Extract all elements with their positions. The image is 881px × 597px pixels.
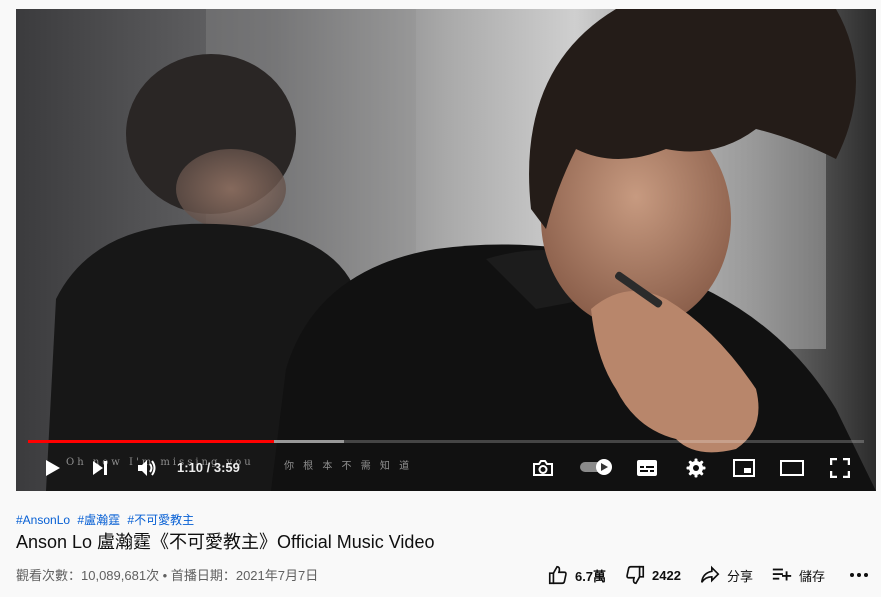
play-button[interactable] — [40, 456, 64, 480]
screenshot-icon — [533, 460, 553, 476]
share-icon — [700, 565, 720, 583]
progress-played — [28, 440, 274, 443]
dislike-count: 2422 — [652, 567, 681, 583]
autoplay-play-icon — [601, 463, 608, 471]
save-label: 儲存 — [798, 568, 825, 584]
screenshot-button[interactable] — [531, 456, 555, 480]
dislike-button[interactable]: 2422 — [624, 564, 681, 586]
subtitle-chinese: 你 根 本 不 需 知 道 — [284, 461, 413, 472]
settings-icon — [686, 458, 706, 478]
playlist-add-icon — [772, 568, 792, 581]
like-count: 6.7萬 — [574, 568, 607, 584]
fullscreen-button[interactable] — [828, 456, 852, 480]
video-meta: 觀看次數：10,089,681次 • 首播日期：2021年7月7日 — [16, 568, 319, 583]
settings-button[interactable] — [684, 456, 708, 480]
volume-button[interactable] — [135, 456, 159, 480]
action-bar: 6.7萬 2422 分享 儲存 — [529, 563, 869, 587]
video-frame — [16, 9, 876, 491]
hashtag-link[interactable]: #不可愛教主 — [127, 513, 194, 527]
thumbs-up-icon — [548, 565, 567, 585]
more-horizontal-icon — [850, 573, 868, 577]
progress-bar[interactable] — [28, 440, 864, 443]
autoplay-toggle[interactable] — [580, 459, 614, 475]
time-display: 1:10 / 3:59 — [177, 460, 240, 475]
share-button[interactable]: 分享 — [699, 564, 753, 586]
video-title: Anson Lo 盧瀚霆《不可愛教主》Official Music Video — [16, 532, 435, 552]
hashtag-list: #AnsonLo #盧瀚霆 #不可愛教主 — [16, 511, 198, 528]
next-button[interactable] — [88, 456, 112, 480]
share-label: 分享 — [726, 568, 753, 584]
theater-icon — [780, 460, 804, 476]
autoplay-knob — [596, 459, 612, 475]
hashtag-link[interactable]: #盧瀚霆 — [77, 513, 120, 527]
subtitles-icon — [637, 460, 657, 476]
theater-button[interactable] — [779, 456, 805, 480]
miniplayer-icon — [733, 459, 755, 477]
play-icon — [46, 460, 60, 476]
miniplayer-button[interactable] — [732, 456, 756, 480]
fullscreen-icon — [830, 458, 850, 478]
volume-icon — [138, 460, 156, 476]
hashtag-link[interactable]: #AnsonLo — [16, 513, 70, 527]
video-player[interactable]: Oh now I'm missing you 你 根 本 不 需 知 道 1:1… — [16, 9, 876, 491]
more-actions-button[interactable] — [849, 572, 869, 578]
like-button[interactable]: 6.7萬 — [547, 564, 606, 586]
save-button[interactable]: 儲存 — [771, 564, 825, 586]
next-icon — [93, 461, 107, 475]
subtitles-button[interactable] — [635, 456, 659, 480]
thumbs-down-icon — [626, 565, 645, 585]
